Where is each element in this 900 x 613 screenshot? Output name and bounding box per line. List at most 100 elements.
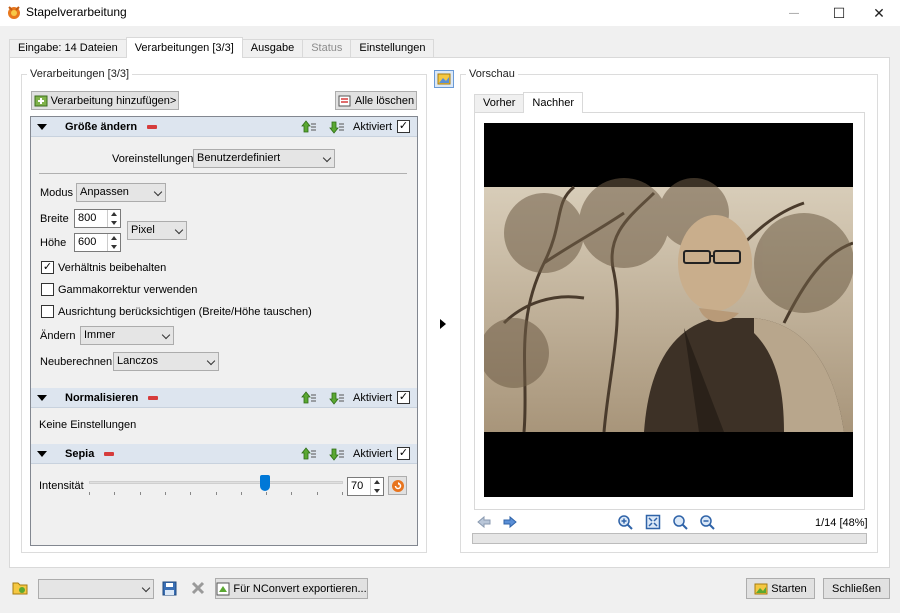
change-value: Immer <box>84 329 116 341</box>
intensity-stepper[interactable]: 70 <box>347 477 384 496</box>
collapse-icon[interactable] <box>37 394 47 401</box>
open-folder-icon[interactable] <box>12 580 29 596</box>
slider-tick <box>190 492 192 495</box>
tab-before[interactable]: Vorher <box>474 94 525 113</box>
tab-output[interactable]: Ausgabe <box>241 39 304 58</box>
move-up-icon[interactable] <box>301 391 317 405</box>
reset-button[interactable] <box>388 476 407 495</box>
section-header-normalize[interactable]: Normalisieren Aktiviert ✓ <box>31 388 417 408</box>
tab-input[interactable]: Eingabe: 14 Dateien <box>9 39 127 58</box>
unit-select[interactable]: Pixel <box>127 221 187 240</box>
slider-tick <box>139 492 141 495</box>
remove-icon[interactable] <box>148 395 159 400</box>
collapse-icon[interactable] <box>37 123 47 130</box>
slider-tick <box>291 492 293 495</box>
slider-ticks <box>89 492 343 495</box>
zoom-out-icon[interactable] <box>699 514 715 530</box>
start-icon <box>754 583 768 594</box>
title-bar: Stapelverarbeitung — ☐ ✕ <box>0 0 900 26</box>
chevron-down-icon <box>141 583 151 593</box>
preview-group-title: Vorschau <box>466 68 518 80</box>
presets-select[interactable]: Benutzerdefiniert <box>193 149 335 168</box>
preview-tabs: Vorher Nachher <box>474 92 583 113</box>
close-icon: ✕ <box>873 4 885 21</box>
minimize-button[interactable]: — <box>771 0 817 26</box>
orientation-label[interactable]: Ausrichtung berücksichtigen (Breite/Höhe… <box>58 306 312 318</box>
gamma-checkbox[interactable] <box>41 283 54 296</box>
preview-image <box>484 123 853 497</box>
expand-arrow-icon[interactable] <box>440 319 446 329</box>
close-button[interactable]: Schließen <box>823 578 890 599</box>
tab-status: Status <box>302 39 352 58</box>
active-label: Aktiviert <box>353 392 393 404</box>
next-arrow-icon[interactable] <box>502 514 518 530</box>
move-up-icon[interactable] <box>301 120 317 134</box>
slider-tick <box>215 492 217 495</box>
zoom-actual-icon[interactable] <box>672 514 688 530</box>
intensity-value: 70 <box>351 480 364 492</box>
tab-after[interactable]: Nachher <box>523 92 583 113</box>
mode-select[interactable]: Anpassen <box>76 183 166 202</box>
remove-icon[interactable] <box>104 451 115 456</box>
processing-group-title: Verarbeitungen [3/3] <box>27 68 133 80</box>
active-checkbox-normalize[interactable]: ✓ <box>397 391 410 404</box>
no-settings-label: Keine Einstellungen <box>39 419 137 431</box>
chevron-down-icon <box>206 356 216 366</box>
collapse-icon[interactable] <box>37 450 47 457</box>
fit-window-icon[interactable] <box>645 514 661 530</box>
orientation-checkbox[interactable] <box>41 305 54 318</box>
intensity-label: Intensität <box>39 480 84 492</box>
height-value: 600 <box>78 236 97 248</box>
slider-track <box>89 481 343 484</box>
previous-arrow-icon[interactable] <box>476 514 492 530</box>
presets-label: Voreinstellungen <box>112 153 194 165</box>
chevron-down-icon <box>322 153 332 163</box>
section-name-sepia: Sepia <box>65 447 95 460</box>
active-checkbox-resize[interactable]: ✓ <box>397 120 410 133</box>
slider-tick <box>342 492 343 495</box>
remove-icon[interactable] <box>147 124 158 129</box>
save-icon[interactable] <box>162 581 177 596</box>
height-stepper[interactable]: 600 <box>74 233 121 252</box>
clear-all-button[interactable]: Alle löschen <box>335 91 417 110</box>
section-header-resize[interactable]: Größe ändern Aktiviert ✓ <box>31 117 417 137</box>
change-select[interactable]: Immer <box>80 326 174 345</box>
slider-tick <box>89 492 90 495</box>
slider-tick <box>240 492 242 495</box>
resample-label: Neuberechnen <box>40 356 113 368</box>
clear-all-label: Alle löschen <box>354 94 415 107</box>
divider <box>39 173 407 174</box>
mode-label: Modus <box>40 187 74 199</box>
keep-ratio-checkbox[interactable]: ✓ <box>41 261 54 274</box>
preset-select[interactable] <box>38 579 154 599</box>
export-nconvert-button[interactable]: Für NConvert exportieren... <box>215 578 368 599</box>
zoom-in-icon[interactable] <box>617 514 633 530</box>
add-processing-button[interactable]: Verarbeitung hinzufügen> <box>31 91 179 110</box>
move-up-icon[interactable] <box>301 447 317 461</box>
resample-select[interactable]: Lanczos <box>113 352 219 371</box>
chevron-down-icon <box>161 330 171 340</box>
section-header-sepia[interactable]: Sepia Aktiviert ✓ <box>31 444 417 464</box>
slider-thumb[interactable] <box>259 475 270 491</box>
gamma-label[interactable]: Gammakorrektur verwenden <box>58 284 197 296</box>
move-down-icon[interactable] <box>329 447 345 461</box>
tab-processing[interactable]: Verarbeitungen [3/3] <box>125 37 243 58</box>
keep-ratio-label[interactable]: Verhältnis beibehalten <box>58 262 166 274</box>
main-tabs: Eingabe: 14 Dateien Verarbeitungen [3/3]… <box>9 37 435 58</box>
preview-toggle-button[interactable] <box>434 70 454 88</box>
reset-icon <box>391 479 404 492</box>
intensity-slider[interactable] <box>89 475 343 497</box>
move-down-icon[interactable] <box>329 120 345 134</box>
width-stepper[interactable]: 800 <box>74 209 121 228</box>
active-label: Aktiviert <box>353 121 393 133</box>
close-window-button[interactable]: ✕ <box>856 0 900 26</box>
delete-icon[interactable] <box>191 581 205 595</box>
active-checkbox-sepia[interactable]: ✓ <box>397 447 410 460</box>
window-title: Stapelverarbeitung <box>26 5 127 19</box>
start-button[interactable]: Starten <box>746 578 815 599</box>
tab-settings[interactable]: Einstellungen <box>350 39 435 58</box>
slider-tick <box>316 492 318 495</box>
chevron-down-icon <box>174 225 184 235</box>
move-down-icon[interactable] <box>329 391 345 405</box>
add-processing-icon <box>34 95 48 106</box>
